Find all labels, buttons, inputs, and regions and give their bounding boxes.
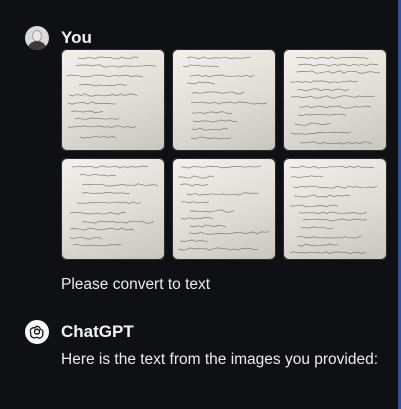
handwriting-line — [78, 83, 127, 87]
attached-image-2[interactable] — [172, 49, 276, 151]
handwriting-line — [70, 110, 104, 113]
handwriting-line — [189, 224, 227, 228]
handwriting-scribbles — [177, 165, 270, 251]
assistant-message-header: ChatGPT — [25, 320, 398, 344]
handwriting-line — [191, 91, 245, 95]
handwriting-line — [177, 175, 215, 179]
attached-image-4[interactable] — [61, 158, 165, 260]
user-name: You — [61, 28, 92, 47]
handwriting-line — [71, 165, 149, 169]
handwriting-line — [191, 111, 233, 115]
handwriting-line — [295, 70, 381, 74]
handwriting-line — [290, 175, 324, 179]
handwriting-line — [297, 63, 378, 67]
handwriting-line — [186, 192, 260, 196]
assistant-name: ChatGPT — [61, 322, 134, 341]
handwriting-scribbles — [66, 56, 157, 139]
handwriting-line — [179, 183, 209, 187]
assistant-message: ChatGPT — [25, 320, 398, 344]
chat-window: You Please convert to text ChatGPT Here … — [0, 0, 401, 409]
handwriting-line — [180, 217, 214, 220]
handwriting-line — [290, 95, 376, 99]
handwriting-line — [69, 236, 103, 240]
handwriting-line — [189, 209, 235, 213]
attached-image-6[interactable] — [283, 158, 387, 260]
attached-image-5[interactable] — [172, 158, 276, 260]
handwriting-line — [294, 122, 332, 126]
handwriting-line — [290, 131, 352, 135]
handwriting-line — [289, 251, 367, 255]
attached-images — [61, 49, 387, 260]
handwriting-line — [180, 201, 210, 204]
handwriting-line — [289, 80, 359, 84]
handwriting-line — [296, 88, 350, 92]
assistant-message-text: Here is the text from the images you pro… — [61, 351, 379, 368]
user-message-header: You — [25, 26, 398, 50]
user-message-text: Please convert to text — [61, 276, 211, 293]
handwriting-line — [74, 117, 120, 120]
avatar-shoulders-shape — [27, 41, 47, 50]
handwriting-line — [297, 113, 347, 116]
handwriting-line — [289, 165, 374, 169]
handwriting-line — [299, 141, 373, 145]
handwriting-line — [295, 56, 369, 60]
handwriting-line — [75, 64, 157, 68]
user-avatar — [25, 26, 49, 50]
handwriting-line — [182, 64, 220, 68]
handwriting-line — [190, 136, 232, 140]
handwriting-line — [67, 125, 137, 129]
handwriting-line — [192, 119, 238, 123]
handwriting-line — [66, 74, 144, 78]
handwriting-line — [81, 192, 131, 195]
handwriting-line — [79, 135, 117, 139]
handwriting-scribbles — [289, 165, 378, 255]
handwriting-line — [190, 101, 268, 105]
handwriting-line — [72, 243, 122, 247]
handwriting-line — [302, 218, 368, 222]
handwriting-line — [67, 101, 117, 105]
handwriting-line — [298, 211, 368, 215]
handwriting-line — [297, 243, 339, 247]
handwriting-line — [180, 165, 262, 169]
handwriting-line — [186, 56, 252, 60]
handwriting-line — [179, 239, 209, 242]
handwriting-line — [69, 227, 135, 231]
handwriting-scribbles — [69, 165, 159, 247]
handwriting-line — [292, 185, 378, 189]
openai-knot-icon — [29, 325, 44, 339]
handwriting-line — [300, 226, 334, 230]
handwriting-line — [177, 247, 259, 251]
user-message: You — [25, 26, 398, 50]
handwriting-line — [76, 201, 142, 204]
chatgpt-logo-icon — [25, 320, 49, 344]
attached-image-3[interactable] — [283, 49, 387, 151]
handwriting-line — [293, 194, 351, 198]
handwriting-line — [77, 56, 139, 60]
handwriting-line — [69, 211, 127, 215]
handwriting-line — [81, 183, 159, 187]
handwriting-line — [81, 220, 155, 224]
handwriting-scribbles — [289, 56, 381, 145]
handwriting-line — [68, 93, 138, 97]
handwriting-line — [79, 173, 117, 177]
handwriting-line — [289, 204, 339, 208]
handwriting-line — [186, 81, 216, 85]
attached-image-1[interactable] — [61, 49, 165, 151]
handwriting-line — [189, 74, 255, 78]
handwriting-line — [191, 127, 229, 131]
handwriting-line — [296, 235, 362, 239]
handwriting-scribbles — [182, 56, 268, 140]
handwriting-line — [188, 231, 270, 235]
handwriting-line — [298, 105, 372, 109]
